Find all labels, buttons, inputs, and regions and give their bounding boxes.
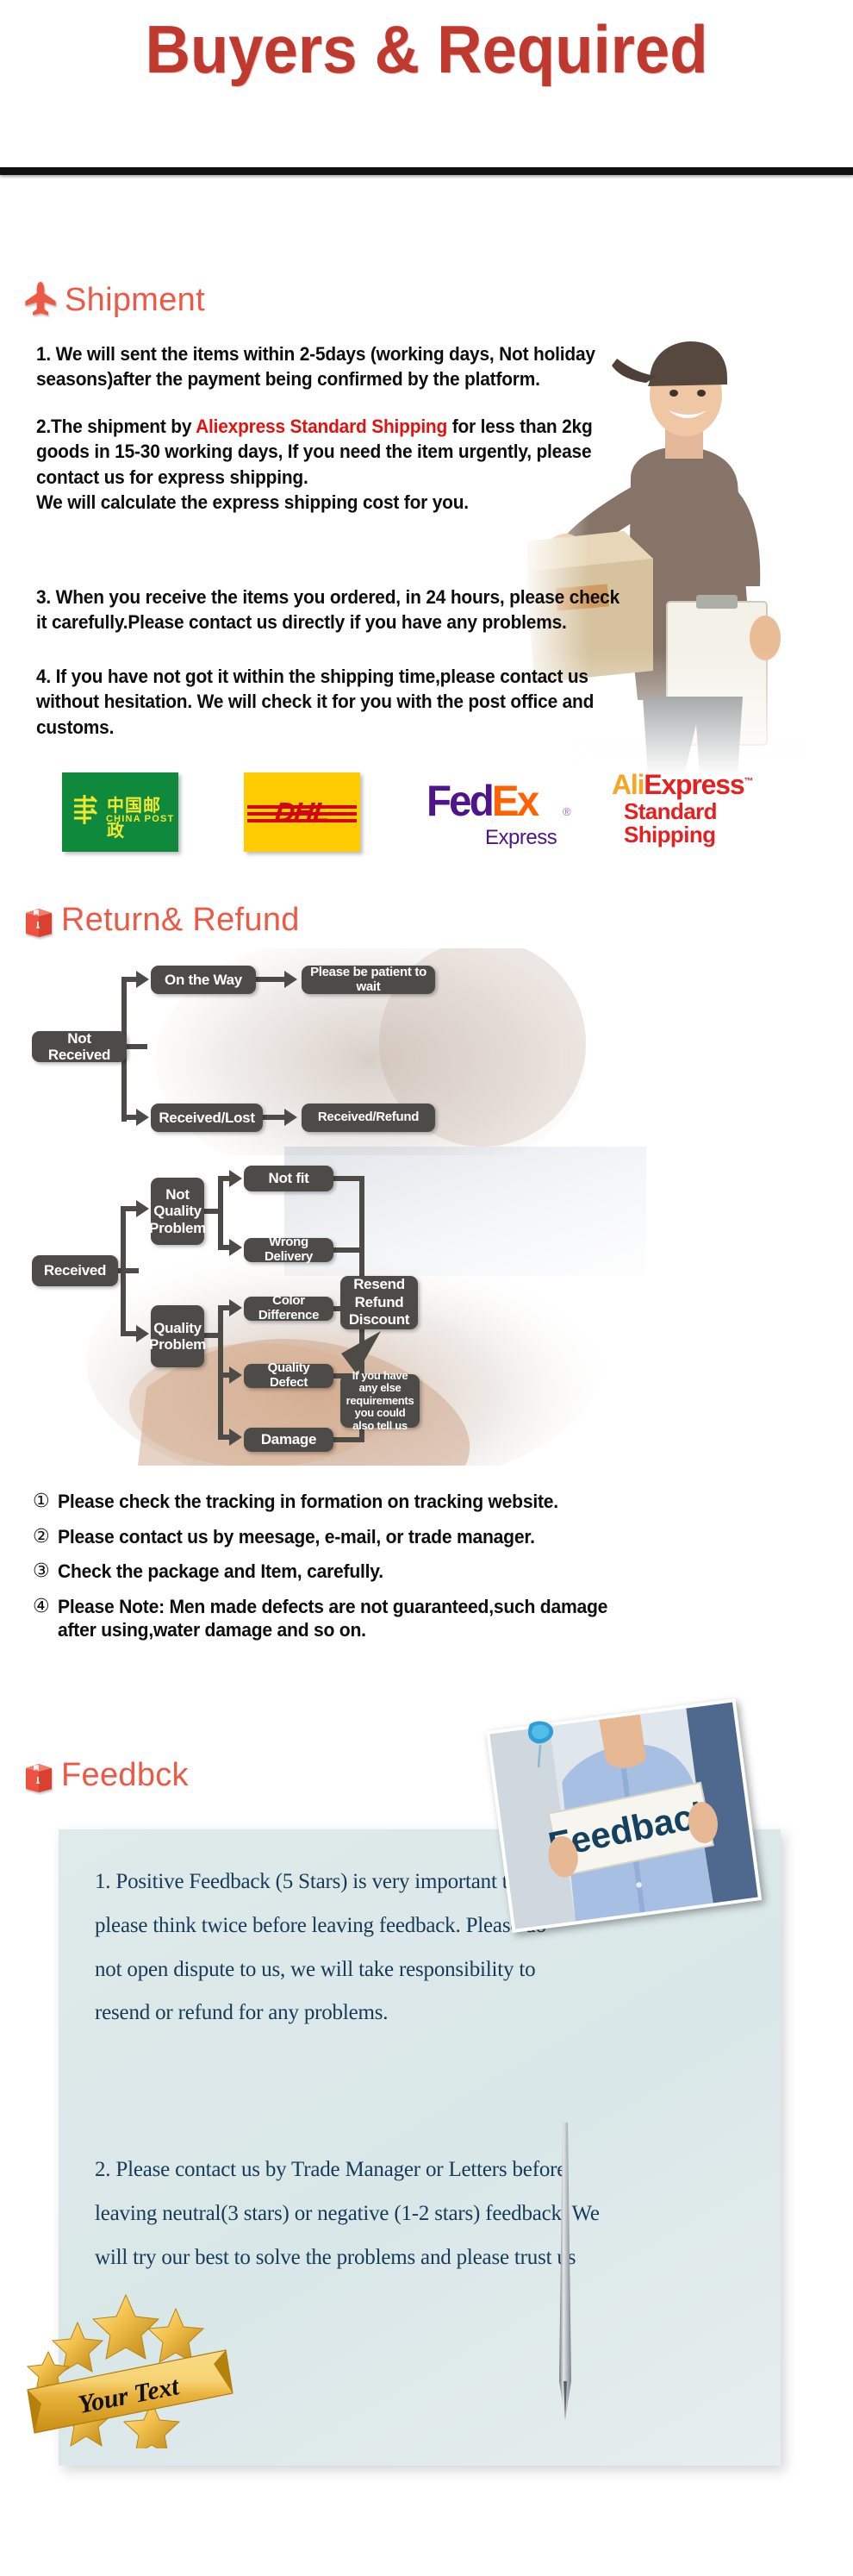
flow-node-received-refund: Received/Refund bbox=[302, 1104, 435, 1132]
flowchart-handshake-background-photo bbox=[86, 1147, 646, 1466]
note-marker-3: ③ bbox=[33, 1560, 50, 1582]
resend-refund-discount-text: Resend Refund Discount bbox=[348, 1276, 410, 1329]
courier-logo-row: 中国邮政 CHINA POST DHL FedEx ® Express AliE… bbox=[0, 766, 853, 878]
flow-node-wrong-delivery: Wrong Delivery bbox=[244, 1235, 333, 1264]
silver-pen-image bbox=[559, 2123, 571, 2420]
flow-callout-extra-requirements: If you have any else requirements you co… bbox=[340, 1369, 420, 1432]
aliexpress-standard-shipping-logo: AliExpress™ Standard Shipping bbox=[612, 769, 784, 860]
page-title: Buyers & Required bbox=[145, 11, 708, 87]
section-title-shipment: Shipment bbox=[65, 281, 205, 318]
aliexpress-standard-line: Standard bbox=[624, 798, 717, 824]
section-title-return-refund: Return& Refund bbox=[61, 902, 300, 938]
section-header-shipment: Shipment bbox=[24, 281, 205, 319]
shipment-paragraph-4: 4. If you have not got it within the shi… bbox=[36, 666, 595, 738]
shipment-paragraph-1: 1. We will sent the items within 2-5days… bbox=[36, 343, 595, 391]
shipment-paragraph-2: 2.The shipment by Aliexpress Standard Sh… bbox=[36, 416, 593, 513]
note-marker-1: ① bbox=[33, 1491, 50, 1512]
flow-node-resend-refund-discount: Resend Refund Discount bbox=[340, 1276, 418, 1329]
flow-node-received: Received bbox=[32, 1255, 118, 1286]
china-post-english-label: CHINA POST bbox=[106, 814, 175, 824]
fedex-ex-text: Ex bbox=[491, 777, 539, 825]
note-item-4: ④ Please Note: Men made defects are not … bbox=[33, 1595, 834, 1619]
note-item-3: ③ Check the package and Item, carefully. bbox=[33, 1560, 834, 1584]
aliexpress-ali-text: Ali bbox=[612, 769, 645, 800]
flow-node-not-quality-problem: Not Quality Problem bbox=[149, 1178, 206, 1245]
section-header-return-refund: Return& Refund bbox=[24, 902, 300, 939]
flow-node-color-difference: Color Difference bbox=[244, 1293, 333, 1322]
aliexpress-tm-mark: ™ bbox=[744, 776, 753, 787]
note-text-4-continued: after using,water damage and so on. bbox=[57, 1619, 366, 1641]
fedex-fed-text: Fed bbox=[426, 777, 495, 825]
blue-pushpin-icon bbox=[528, 1721, 554, 1768]
flow-node-not-fit: Not fit bbox=[244, 1166, 333, 1191]
note-item-2: ② Please contact us by meesage, e-mail, … bbox=[33, 1525, 834, 1549]
fedex-registered-mark: ® bbox=[563, 805, 571, 818]
flow-node-received-lost: Received/Lost bbox=[151, 1104, 263, 1132]
note-text-4: Please Note: Men made defects are not gu… bbox=[57, 1595, 607, 1617]
feedback-paragraph-2: 2. Please contact us by Trade Manager or… bbox=[95, 2158, 600, 2269]
shipment-p2-pre: 2.The shipment by bbox=[36, 416, 196, 437]
flowchart-received: Received Not Quality Problem Quality Pro… bbox=[0, 1147, 853, 1466]
flowchart-not-received: Not Received On the Way Received/Lost Pl… bbox=[0, 948, 853, 1155]
flow-node-damage: Damage bbox=[244, 1428, 333, 1452]
package-box-icon bbox=[24, 904, 53, 937]
note-marker-2: ② bbox=[33, 1525, 50, 1547]
note-text-3: Check the package and Item, carefully. bbox=[57, 1560, 383, 1582]
flow-node-please-be-patient: Please be patient to wait bbox=[302, 965, 435, 994]
airplane-icon bbox=[24, 281, 57, 319]
note-text-1: Please check the tracking in formation o… bbox=[57, 1491, 558, 1512]
return-notes-list: ① Please check the tracking in formation… bbox=[33, 1490, 834, 1654]
note-marker-4: ④ bbox=[33, 1595, 50, 1617]
flow-node-quality-defect: Quality Defect bbox=[244, 1360, 333, 1390]
aliexpress-standard-shipping-highlight: Aliexpress Standard Shipping bbox=[196, 416, 448, 437]
fedex-express-subtext: Express bbox=[485, 826, 557, 849]
dhl-wordmark: DHL bbox=[273, 797, 331, 828]
flow-node-quality-problem: Quality Problem bbox=[149, 1305, 206, 1367]
shipment-p2-post: for less than 2kg bbox=[447, 416, 593, 437]
shipment-paragraph-3: 3. When you receive the items you ordere… bbox=[36, 586, 620, 634]
package-box-icon bbox=[24, 1760, 53, 1792]
china-post-logo: 中国邮政 CHINA POST bbox=[62, 772, 178, 852]
china-post-glyph-icon bbox=[74, 795, 98, 824]
section-title-feedback: Feedbck bbox=[61, 1757, 189, 1793]
title-divider bbox=[0, 167, 853, 175]
dhl-logo: DHL bbox=[244, 772, 360, 852]
flow-node-not-received: Not Received bbox=[32, 1030, 127, 1063]
fedex-logo: FedEx ® Express bbox=[426, 776, 586, 858]
aliexpress-express-text: Express bbox=[644, 769, 744, 800]
flow-node-on-the-way: On the Way bbox=[151, 966, 256, 994]
aliexpress-shipping-line: Shipping bbox=[624, 821, 716, 847]
section-header-feedback: Feedbck bbox=[24, 1757, 189, 1794]
gold-stars-ribbon-badge: Your Text bbox=[26, 2293, 233, 2448]
note-item-4-cont: ① after using,water damage and so on. bbox=[33, 1618, 834, 1642]
note-text-2: Please contact us by meesage, e-mail, or… bbox=[57, 1525, 535, 1547]
note-item-1: ① Please check the tracking in formation… bbox=[33, 1490, 834, 1514]
